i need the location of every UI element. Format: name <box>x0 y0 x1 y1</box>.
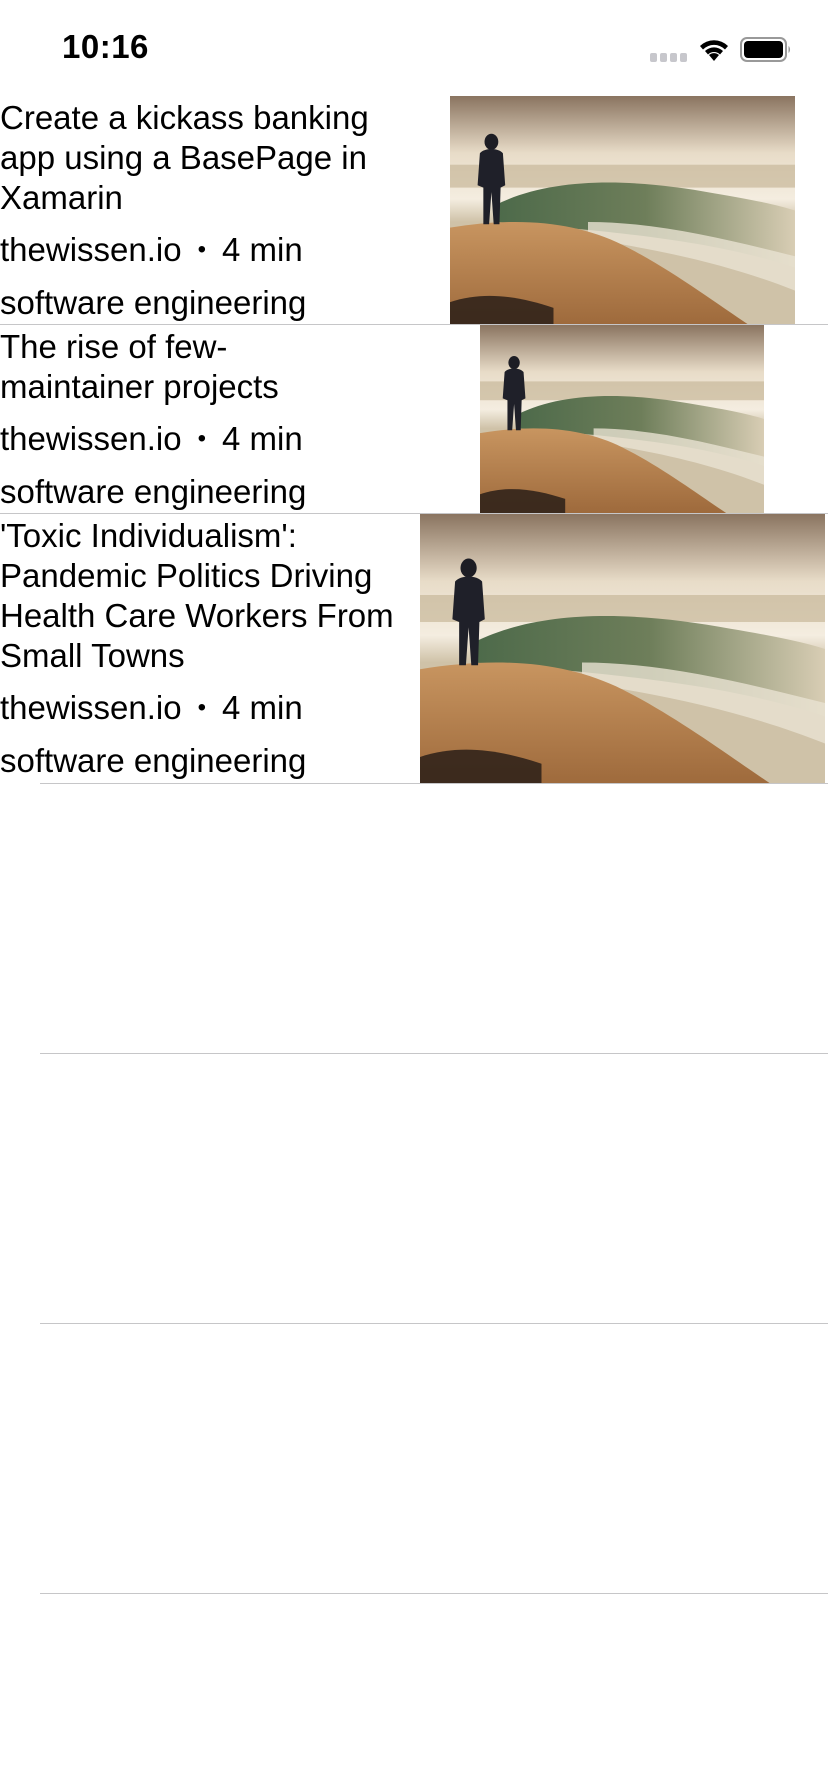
cellular-signal-icon <box>650 53 687 62</box>
article-source: thewissen.io <box>0 420 182 457</box>
article-source: thewissen.io <box>0 231 182 268</box>
row-separator <box>40 1593 828 1594</box>
article-text: 'Toxic Individualism': Pandemic Politics… <box>0 514 410 781</box>
status-bar: 10:16 <box>0 0 828 96</box>
article-meta: thewissen.io • 4 min <box>0 419 303 459</box>
article-text: The rise of few-maintainer projects thew… <box>0 325 307 512</box>
article-meta: thewissen.io • 4 min <box>0 688 410 728</box>
article-title: The rise of few-maintainer projects <box>0 328 279 405</box>
article-meta: thewissen.io • 4 min <box>0 230 400 270</box>
article-title: Create a kickass banking app using a Bas… <box>0 99 369 216</box>
meta-separator: • <box>197 425 207 452</box>
list-item[interactable]: 'Toxic Individualism': Pandemic Politics… <box>0 514 828 784</box>
man-at-seashore-photo <box>450 96 795 325</box>
article-read-time: 4 min <box>222 420 303 457</box>
article-category: software engineering <box>0 473 307 510</box>
meta-separator: • <box>197 236 207 263</box>
man-at-seashore-photo <box>480 325 764 513</box>
row-separator <box>40 1323 828 1324</box>
article-text: Create a kickass banking app using a Bas… <box>0 96 400 323</box>
battery-icon <box>740 37 791 62</box>
article-title: 'Toxic Individualism': Pandemic Politics… <box>0 517 394 674</box>
row-separator <box>40 783 828 784</box>
list-item[interactable]: The rise of few-maintainer projects thew… <box>0 325 828 513</box>
meta-separator: • <box>197 694 207 721</box>
article-category: software engineering <box>0 742 307 779</box>
man-at-seashore-photo <box>420 514 825 784</box>
article-source: thewissen.io <box>0 689 182 726</box>
status-time: 10:16 <box>62 28 149 65</box>
list-item[interactable]: Create a kickass banking app using a Bas… <box>0 96 828 325</box>
row-separator <box>40 1053 828 1054</box>
article-read-time: 4 min <box>222 689 303 726</box>
article-read-time: 4 min <box>222 231 303 268</box>
wifi-icon <box>700 40 728 61</box>
article-category: software engineering <box>0 284 307 321</box>
